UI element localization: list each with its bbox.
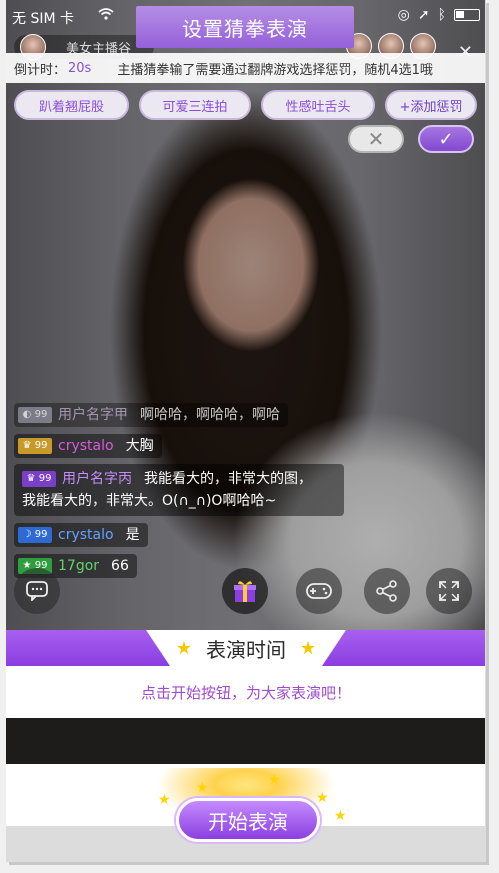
star-icon: ★: [175, 637, 192, 659]
add-punishment-button[interactable]: +添加惩罚: [385, 90, 477, 120]
chat-text: 大胸: [125, 438, 154, 454]
confirm-button[interactable]: ✓: [418, 125, 474, 153]
game-button[interactable]: [296, 568, 342, 614]
performance-subtitle-bar: 点击开始按钮，为大家表演吧！: [6, 666, 485, 718]
chat-text: 66: [111, 558, 129, 574]
phone-screen: 无 SIM 卡 ◎ ➚ ᛒ 美女主播谷 ✕ 设置猜拳表演 倒计时： 20s 主播…: [6, 0, 486, 862]
sparkle-icon: ★: [158, 792, 171, 808]
share-button[interactable]: [364, 568, 410, 614]
chat-username[interactable]: crystalo: [58, 525, 114, 545]
wifi-icon: [98, 8, 114, 24]
carrier-label: 无 SIM 卡: [12, 11, 74, 27]
checkmark-icon: ✓: [438, 128, 454, 150]
gift-button[interactable]: [222, 568, 268, 614]
start-performance-button[interactable]: 开始表演: [176, 798, 320, 842]
chat-message: ♛ 99 用户名字丙 我能看大的，非常大的图， 我能看大的，非常大。O(∩_∩)…: [14, 464, 344, 516]
chat-username[interactable]: 17gor: [58, 556, 99, 576]
sparkle-icon: ★: [316, 790, 329, 806]
countdown-label: 倒计时：: [14, 62, 67, 78]
battery-icon: [454, 9, 480, 21]
sparkle-icon: ★: [196, 780, 209, 796]
level-badge: ♛ 99: [22, 471, 56, 487]
sparkle-icon: ★: [334, 808, 347, 824]
level-badge: ♛ 99: [18, 438, 52, 454]
location-icon: ➚: [417, 7, 430, 23]
chat-username[interactable]: 用户名字丙: [62, 468, 132, 490]
gift-icon: [234, 581, 256, 602]
performance-ribbon: ★ 表演时间 ★: [146, 630, 346, 666]
chat-message: ♛ 99 crystalo 大胸: [14, 434, 162, 458]
performance-subtitle: 点击开始按钮，为大家表演吧！: [140, 683, 351, 702]
chat-icon: [26, 581, 48, 601]
punishment-options: 趴着翘屁股 可爱三连拍 性感吐舌头 +添加惩罚: [14, 90, 477, 120]
sparkle-icon: ★: [268, 772, 281, 788]
chat-button[interactable]: [14, 568, 60, 614]
countdown-message: 主播猜拳输了需要通过翻牌游戏选择惩罚，随机4选1哦: [117, 62, 433, 78]
star-icon: ★: [300, 637, 317, 659]
punishment-option[interactable]: 可爱三连拍: [139, 90, 251, 120]
page-title: 设置猜拳表演: [136, 6, 354, 48]
level-badge: ◐ 99: [18, 407, 52, 423]
share-icon: [376, 580, 397, 602]
level-badge: ☽ 99: [18, 527, 52, 543]
panel-divider: [6, 718, 485, 764]
reject-button[interactable]: ✕: [348, 125, 404, 153]
fullscreen-button[interactable]: [426, 568, 472, 614]
performance-header: ★ 表演时间 ★: [6, 630, 485, 666]
chat-text: 我能看大的，非常大的图，: [144, 471, 312, 487]
chat-text: 啊哈哈，啊哈哈，啊哈: [140, 407, 280, 423]
bluetooth-icon: ᛒ: [437, 7, 446, 23]
chat-username[interactable]: 用户名字甲: [58, 405, 128, 425]
chat-message: ☽ 99 crystalo 是: [14, 523, 148, 547]
orientation-lock-icon: ◎: [397, 7, 410, 23]
punishment-option[interactable]: 性感吐舌头: [261, 90, 375, 120]
chat-text: 我能看大的，非常大。O(∩_∩)O啊哈哈~: [22, 493, 277, 509]
chat-text: 是: [125, 527, 140, 543]
chat-list: ◐ 99 用户名字甲 啊哈哈，啊哈哈，啊哈 ♛ 99 crystalo 大胸 ♛…: [14, 402, 364, 584]
performance-title: 表演时间: [206, 637, 286, 662]
fullscreen-icon: [439, 581, 459, 601]
chat-message: ◐ 99 用户名字甲 啊哈哈，啊哈哈，啊哈: [14, 403, 288, 427]
punishment-option[interactable]: 趴着翘屁股: [14, 90, 129, 120]
status-right-icons: ◎ ➚ ᛒ: [398, 7, 480, 23]
close-icon: ✕: [367, 127, 385, 151]
gamepad-icon: [306, 583, 332, 599]
countdown-bar: 倒计时： 20s 主播猜拳输了需要通过翻牌游戏选择惩罚，随机4选1哦: [6, 53, 485, 83]
countdown-value: 20s: [68, 60, 92, 76]
chat-username[interactable]: crystalo: [58, 436, 114, 456]
